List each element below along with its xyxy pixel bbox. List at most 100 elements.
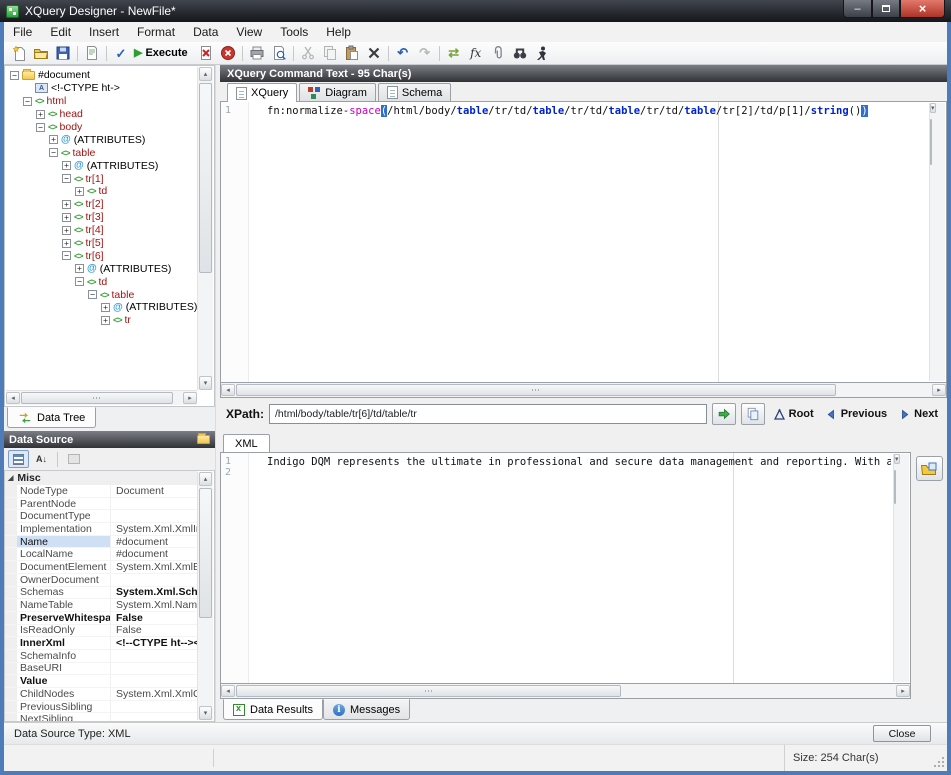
refresh-data-button[interactable]: ⇄ <box>443 43 465 63</box>
expand-icon[interactable]: + <box>62 200 71 209</box>
tree-node-html[interactable]: −<>html <box>6 95 197 108</box>
property-row-baseuri[interactable]: BaseURI <box>5 663 197 676</box>
tree-node-tr-5[interactable]: +<>tr[5] <box>6 237 197 250</box>
delete-button[interactable] <box>363 43 385 63</box>
expand-icon[interactable]: + <box>101 303 110 312</box>
results-horizontal-scrollbar[interactable]: ◂ ▸ <box>220 684 911 699</box>
property-row-nextsibling[interactable]: NextSibling <box>5 713 197 721</box>
property-pages-button[interactable] <box>63 450 84 468</box>
property-row-nametable[interactable]: NameTableSystem.Xml.NameTable <box>5 599 197 612</box>
new-button[interactable] <box>8 43 30 63</box>
tree-node-tr-1[interactable]: −<>tr[1] <box>6 172 197 185</box>
undo-button[interactable]: ↶ <box>392 43 414 63</box>
xquery-editor[interactable]: 1 fn:normalize-space(/html/body/table/tr… <box>220 102 947 383</box>
expand-icon[interactable]: + <box>62 213 71 222</box>
print-button[interactable] <box>246 43 268 63</box>
open-button[interactable] <box>30 43 52 63</box>
tree-node-table[interactable]: −<>table <box>6 146 197 159</box>
scroll-up-arrow-icon[interactable]: ▴ <box>199 472 212 486</box>
scroll-left-arrow-icon[interactable]: ◂ <box>221 685 235 697</box>
scroll-down-arrow-icon[interactable]: ▾ <box>930 103 936 113</box>
next-button[interactable]: Next <box>895 408 941 421</box>
menu-data[interactable]: Data <box>184 23 227 41</box>
property-row-name[interactable]: Name#document <box>5 536 197 549</box>
menu-tools[interactable]: Tools <box>271 23 317 41</box>
cut-button[interactable] <box>297 43 319 63</box>
function-button[interactable]: fx <box>465 43 487 63</box>
collapse-icon[interactable]: − <box>36 123 45 132</box>
menu-file[interactable]: File <box>4 23 41 41</box>
tree-node-attributes[interactable]: +@(ATTRIBUTES) <box>6 262 197 275</box>
copy-button[interactable] <box>319 43 341 63</box>
alphabetical-view-button[interactable]: A↓ <box>31 450 52 468</box>
tab-schema[interactable]: Schema <box>378 83 451 101</box>
property-row-innerxml[interactable]: InnerXml<!--CTYPE ht--><html <box>5 637 197 650</box>
property-row-implementation[interactable]: ImplementationSystem.Xml.XmlImplemen <box>5 523 197 536</box>
property-row-childnodes[interactable]: ChildNodesSystem.Xml.XmlChildNod <box>5 688 197 701</box>
tab-data-tree[interactable]: Data Tree <box>7 407 96 428</box>
scroll-right-arrow-icon[interactable]: ▸ <box>932 384 946 396</box>
menu-format[interactable]: Format <box>128 23 184 41</box>
property-row-nodetype[interactable]: NodeTypeDocument <box>5 485 197 498</box>
print-preview-button[interactable] <box>268 43 290 63</box>
previous-button[interactable]: Previous <box>822 408 890 421</box>
data-source-browse-icon[interactable] <box>197 435 210 444</box>
collapse-icon[interactable]: − <box>49 148 58 157</box>
tree-node-document[interactable]: −#document <box>6 69 197 82</box>
xpath-copy-button[interactable] <box>741 403 765 425</box>
menu-insert[interactable]: Insert <box>80 23 128 41</box>
report-button[interactable] <box>81 43 103 63</box>
scroll-down-arrow-icon[interactable]: ▾ <box>199 376 212 390</box>
menu-help[interactable]: Help <box>317 23 360 41</box>
editor-hscroll-thumb[interactable] <box>236 384 836 396</box>
collapse-icon[interactable]: − <box>88 290 97 299</box>
open-result-button[interactable] <box>916 456 943 481</box>
close-button[interactable]: Close <box>873 725 931 742</box>
xpath-go-button[interactable] <box>712 403 736 425</box>
expand-icon[interactable]: + <box>36 110 45 119</box>
collapse-icon[interactable]: − <box>75 277 84 286</box>
tab-data-results[interactable]: Data Results <box>223 699 323 720</box>
expand-icon[interactable]: + <box>75 187 84 196</box>
xpath-input[interactable]: /html/body/table/tr[6]/td/table/tr <box>269 404 707 424</box>
property-row-isreadonly[interactable]: IsReadOnlyFalse <box>5 625 197 638</box>
tree-node-head[interactable]: +<>head <box>6 108 197 121</box>
menu-view[interactable]: View <box>227 23 271 41</box>
property-row-ownerdocument[interactable]: OwnerDocument <box>5 574 197 587</box>
tree-node-tr-3[interactable]: +<>tr[3] <box>6 211 197 224</box>
tree-node-tr-4[interactable]: +<>tr[4] <box>6 224 197 237</box>
tab-xml[interactable]: XML <box>223 434 270 453</box>
scroll-up-arrow-icon[interactable]: ▴ <box>199 67 212 81</box>
property-category-misc[interactable]: ◢Misc <box>5 471 197 485</box>
expand-icon[interactable]: + <box>62 226 71 235</box>
collapse-icon[interactable]: − <box>23 97 32 106</box>
tree-node-body[interactable]: −<>body <box>6 121 197 134</box>
results-vertical-scrollbar[interactable]: ▴ ▾ <box>893 454 909 682</box>
scroll-right-arrow-icon[interactable]: ▸ <box>183 392 197 404</box>
editor-horizontal-scrollbar[interactable]: ◂ ▸ <box>220 383 947 398</box>
tree-horizontal-scrollbar[interactable]: ◂ ▸ <box>6 390 197 405</box>
validate-button[interactable]: ✓ <box>110 43 132 63</box>
close-window-button[interactable]: × <box>900 0 945 18</box>
find-button[interactable] <box>509 43 531 63</box>
property-row-schemas[interactable]: SchemasSystem.Xml.Schema. <box>5 587 197 600</box>
property-row-parentnode[interactable]: ParentNode <box>5 498 197 511</box>
property-row-documenttype[interactable]: DocumentType <box>5 510 197 523</box>
execute-button[interactable]: ▶Execute <box>132 47 195 59</box>
propgrid-vertical-scrollbar[interactable]: ▴ ▾ <box>197 472 213 720</box>
collapse-icon[interactable]: − <box>10 71 19 80</box>
tree-vertical-scrollbar[interactable]: ▴ ▾ <box>197 67 213 390</box>
maximize-button[interactable] <box>872 0 900 18</box>
property-row-previoussibling[interactable]: PreviousSibling <box>5 701 197 714</box>
expand-icon[interactable]: + <box>62 161 71 170</box>
tab-diagram[interactable]: Diagram <box>299 83 376 101</box>
results-hscroll-thumb[interactable] <box>236 685 621 697</box>
debug-button[interactable] <box>531 43 553 63</box>
scroll-left-arrow-icon[interactable]: ◂ <box>221 384 235 396</box>
tree-node-tr[interactable]: +<>tr <box>6 314 197 327</box>
property-row-schemainfo[interactable]: SchemaInfo <box>5 650 197 663</box>
scroll-down-arrow-icon[interactable]: ▾ <box>199 706 212 720</box>
property-row-value[interactable]: Value <box>5 675 197 688</box>
editor-vertical-scrollbar[interactable]: ▴ ▾ <box>929 103 945 381</box>
collapse-icon[interactable]: − <box>62 174 71 183</box>
